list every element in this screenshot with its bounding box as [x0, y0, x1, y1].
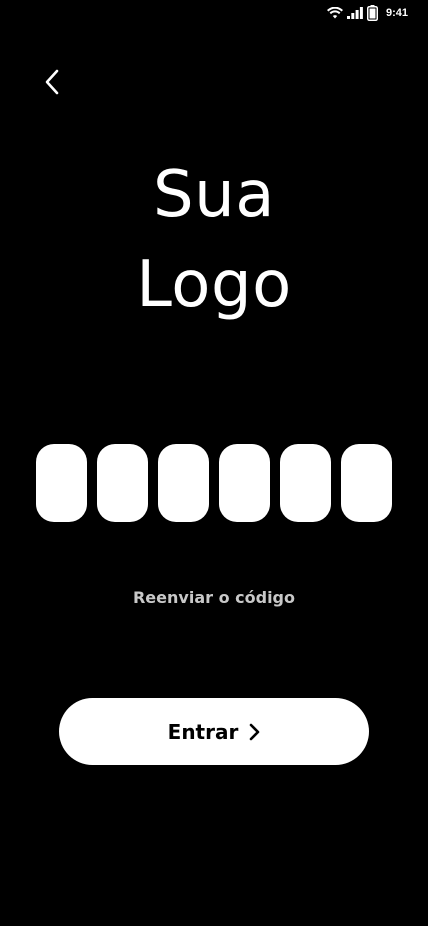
code-digit-6[interactable]: [341, 444, 392, 522]
logo-line-2: Logo: [136, 248, 292, 322]
enter-button-label: Entrar: [167, 719, 239, 744]
code-digit-1[interactable]: [36, 444, 87, 522]
code-digit-3[interactable]: [158, 444, 209, 522]
chevron-left-icon: [44, 69, 60, 99]
status-bar: 9:41: [0, 0, 428, 28]
code-digit-5[interactable]: [280, 444, 331, 522]
logo: Sua Logo: [0, 150, 428, 330]
status-time: 9:41: [385, 7, 408, 19]
code-digit-2[interactable]: [97, 444, 148, 522]
verification-code-input: [36, 444, 392, 522]
resend-code-link[interactable]: Reenviar o código: [0, 588, 428, 607]
logo-line-1: Sua: [153, 158, 275, 232]
back-button[interactable]: [32, 64, 72, 104]
wifi-icon: [326, 7, 343, 19]
enter-button[interactable]: Entrar: [59, 698, 369, 765]
chevron-right-icon: [248, 722, 260, 742]
status-icons: 9:41: [326, 5, 408, 21]
battery-icon: [366, 5, 378, 21]
signal-icon: [346, 7, 363, 19]
code-digit-4[interactable]: [219, 444, 270, 522]
